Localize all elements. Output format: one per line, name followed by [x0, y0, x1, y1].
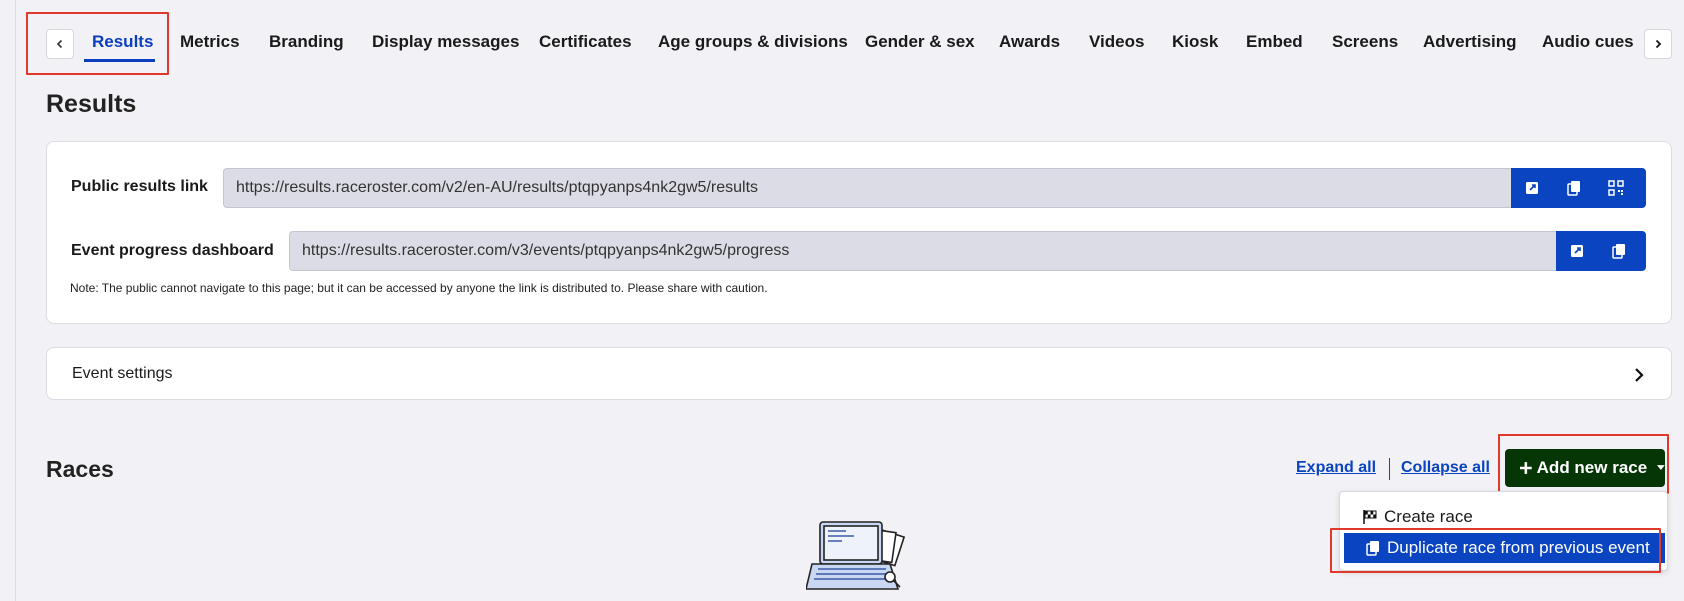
dashboard-note: Note: The public cannot navigate to this…	[70, 281, 768, 295]
empty-races-illustration	[806, 521, 906, 590]
public-results-actions	[1511, 168, 1646, 208]
tab-audio-cues[interactable]: Audio cues	[1542, 32, 1634, 52]
add-new-race-button[interactable]: Add new race	[1505, 449, 1665, 487]
tab-bar: Results Metrics Branding Display message…	[46, 26, 1676, 66]
tab-branding[interactable]: Branding	[269, 32, 344, 52]
expand-all-link[interactable]: Expand all	[1296, 459, 1376, 477]
public-results-label: Public results link	[71, 178, 208, 195]
event-settings-label: Event settings	[72, 365, 173, 382]
links-divider	[1389, 458, 1390, 480]
dashboard-url-field[interactable]: https://results.raceroster.com/v3/events…	[289, 231, 1556, 271]
tab-awards[interactable]: Awards	[999, 32, 1060, 52]
page-left-rule	[15, 0, 16, 601]
plus-icon	[1519, 462, 1532, 474]
copy-icon	[1567, 181, 1580, 196]
duplicate-race-label: Duplicate race from previous event	[1387, 538, 1650, 557]
tab-gender-sex[interactable]: Gender & sex	[865, 32, 975, 52]
tab-advertising[interactable]: Advertising	[1423, 32, 1517, 52]
public-results-url-field[interactable]: https://results.raceroster.com/v2/en-AU/…	[223, 168, 1511, 208]
tab-display-messages[interactable]: Display messages	[372, 32, 519, 52]
active-tab-indicator	[84, 59, 155, 62]
races-title: Races	[46, 456, 114, 482]
collapse-all-link[interactable]: Collapse all	[1401, 459, 1490, 477]
event-settings-panel[interactable]: Event settings	[46, 347, 1672, 400]
tab-results[interactable]: Results	[92, 32, 153, 52]
dashboard-actions	[1556, 231, 1646, 271]
open-dashboard-button[interactable]	[1556, 231, 1598, 271]
page-title: Results	[46, 90, 137, 118]
checkered-flag-icon	[1363, 510, 1377, 524]
tab-videos[interactable]: Videos	[1089, 32, 1144, 52]
tab-age-groups-divisions[interactable]: Age groups & divisions	[658, 32, 848, 52]
open-external-icon	[1526, 182, 1538, 194]
copy-dashboard-button[interactable]	[1598, 231, 1640, 271]
copy-public-results-button[interactable]	[1553, 168, 1595, 208]
add-race-dropdown-menu: Create race Duplicate race from previous…	[1339, 491, 1668, 571]
chevron-right-icon	[1655, 39, 1662, 49]
caret-down-icon	[1657, 465, 1665, 470]
tab-certificates[interactable]: Certificates	[539, 32, 632, 52]
tab-scroll-left-button[interactable]	[46, 29, 74, 59]
qr-code-icon	[1608, 180, 1624, 196]
qr-code-public-results-button[interactable]	[1595, 168, 1637, 208]
tab-embed[interactable]: Embed	[1246, 32, 1303, 52]
add-new-race-label: Add new race	[1536, 458, 1648, 477]
tab-kiosk[interactable]: Kiosk	[1172, 32, 1218, 52]
copy-icon	[1366, 541, 1379, 556]
chevron-right-icon	[1635, 368, 1644, 382]
dashboard-label: Event progress dashboard	[71, 242, 274, 259]
tab-metrics[interactable]: Metrics	[180, 32, 240, 52]
tab-scroll-right-button[interactable]	[1644, 29, 1672, 59]
open-external-icon	[1571, 245, 1583, 257]
copy-icon	[1612, 244, 1625, 259]
create-race-menu-item[interactable]: Create race	[1340, 502, 1667, 532]
tab-screens[interactable]: Screens	[1332, 32, 1398, 52]
duplicate-race-menu-item[interactable]: Duplicate race from previous event	[1344, 533, 1665, 563]
chevron-left-icon	[56, 39, 63, 49]
create-race-label: Create race	[1384, 507, 1473, 526]
open-public-results-button[interactable]	[1511, 168, 1553, 208]
